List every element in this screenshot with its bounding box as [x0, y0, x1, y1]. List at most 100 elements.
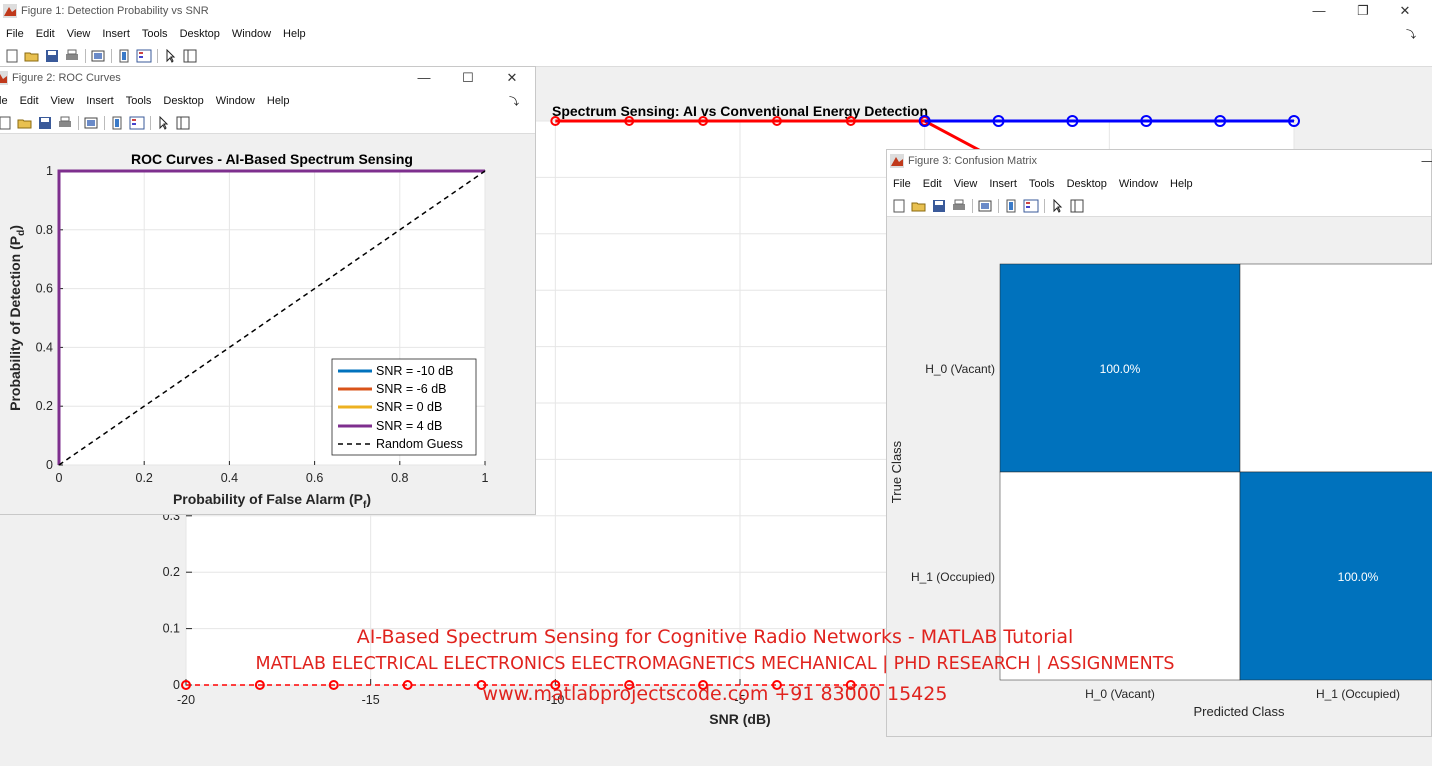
- menu-edit[interactable]: Edit: [923, 178, 942, 190]
- figure1-xtick-label: -15: [362, 693, 380, 707]
- print-icon[interactable]: [57, 116, 73, 130]
- pointer-icon[interactable]: [1049, 198, 1065, 213]
- new-figure-icon[interactable]: [0, 116, 13, 130]
- menu-help[interactable]: Help: [1170, 178, 1193, 190]
- roc-ytick-label: 0.6: [36, 282, 53, 296]
- roc-xtick-label: 0.4: [221, 471, 238, 485]
- cm-row-label-0: H_0 (Vacant): [925, 362, 995, 376]
- menu-insert[interactable]: Insert: [86, 95, 114, 107]
- figure2-menubar: le Edit View Insert Tools Desktop Window…: [0, 89, 535, 112]
- close-button[interactable]: ✕: [1382, 0, 1428, 22]
- toolbar-separator: [1044, 198, 1045, 213]
- cm-col-label-1: H_1 (Occupied): [1316, 687, 1400, 701]
- menu-desktop[interactable]: Desktop: [1067, 178, 1107, 190]
- maximize-button[interactable]: ☐: [445, 67, 491, 89]
- restore-button[interactable]: ❐: [1340, 0, 1386, 22]
- figure2-titlebar[interactable]: Figure 2: ROC Curves — ☐ ✕: [0, 67, 535, 89]
- menu-window[interactable]: Window: [232, 28, 271, 40]
- menu-file[interactable]: File: [893, 178, 911, 190]
- cm-cell-10: [999, 471, 1241, 681]
- menu-desktop[interactable]: Desktop: [163, 95, 203, 107]
- menu-help[interactable]: Help: [267, 95, 290, 107]
- roc-ylabel: Probability of Detection (Pd): [7, 225, 27, 411]
- roc-legend: SNR = -10 dB SNR = -6 dB SNR = 0 dB SNR …: [331, 358, 477, 456]
- legend-icon[interactable]: [136, 49, 152, 63]
- figure1-ytick-label: 0.1: [163, 622, 180, 636]
- legend-icon[interactable]: [129, 116, 145, 130]
- menu-insert[interactable]: Insert: [989, 178, 1017, 190]
- cm-cell-00-value: 100.0%: [1100, 362, 1141, 376]
- print-icon[interactable]: [951, 199, 967, 213]
- overlay-line-2: MATLAB ELECTRICAL ELECTRONICS ELECTROMAG…: [255, 654, 1175, 674]
- roc-xtick-label: 1: [482, 471, 489, 485]
- minimize-button[interactable]: —: [1296, 0, 1342, 22]
- menu-view[interactable]: View: [67, 28, 91, 40]
- menu-desktop[interactable]: Desktop: [180, 28, 220, 40]
- menu-window[interactable]: Window: [1119, 178, 1158, 190]
- legend-label-snr-0: SNR = 0 dB: [376, 400, 442, 414]
- minimize-button[interactable]: —: [401, 67, 447, 89]
- minimize-button[interactable]: —: [1405, 150, 1432, 172]
- dock-arrow-icon[interactable]: ⤵: [509, 93, 519, 108]
- save-icon[interactable]: [44, 49, 60, 63]
- figure2-window: Figure 2: ROC Curves — ☐ ✕ le Edit View …: [0, 66, 536, 515]
- open-file-icon[interactable]: [17, 116, 33, 130]
- figure1-plot-title: Spectrum Sensing: AI vs Conventional Ene…: [552, 103, 928, 119]
- figure1-titlebar[interactable]: Figure 1: Detection Probability vs SNR —…: [0, 0, 1432, 22]
- cm-cell-11: [1239, 471, 1432, 681]
- menu-edit[interactable]: Edit: [36, 28, 55, 40]
- property-editor-icon[interactable]: [182, 49, 198, 63]
- figure3-titlebar[interactable]: Figure 3: Confusion Matrix —: [887, 150, 1432, 172]
- save-icon[interactable]: [931, 199, 947, 213]
- print-icon[interactable]: [64, 49, 80, 63]
- figure2-toolbar: [0, 112, 535, 134]
- colorbar-icon[interactable]: [109, 116, 125, 130]
- link-plot-icon[interactable]: [90, 49, 106, 63]
- menu-tools[interactable]: Tools: [126, 95, 152, 107]
- figure1-toolbar: [0, 45, 1432, 67]
- new-figure-icon[interactable]: [4, 49, 20, 63]
- figure1-title: Figure 1: Detection Probability vs SNR: [21, 5, 209, 17]
- open-file-icon[interactable]: [24, 49, 40, 63]
- roc-xtick-label: 0: [56, 471, 63, 485]
- figure3-toolbar: [887, 195, 1431, 217]
- roc-title: ROC Curves - AI-Based Spectrum Sensing: [131, 151, 413, 167]
- new-figure-icon[interactable]: [891, 199, 907, 213]
- colorbar-icon[interactable]: [1003, 199, 1019, 213]
- property-editor-icon[interactable]: [1069, 199, 1085, 213]
- roc-xtick-label: 0.8: [391, 471, 408, 485]
- link-plot-icon[interactable]: [977, 199, 993, 213]
- dock-arrow-icon[interactable]: ⤵: [1406, 26, 1416, 41]
- toolbar-separator: [104, 115, 105, 130]
- menu-window[interactable]: Window: [216, 95, 255, 107]
- menu-edit[interactable]: Edit: [20, 95, 39, 107]
- menu-view[interactable]: View: [954, 178, 978, 190]
- legend-icon[interactable]: [1023, 199, 1039, 213]
- menu-tools[interactable]: Tools: [1029, 178, 1055, 190]
- matlab-icon: [3, 4, 17, 18]
- matlab-icon: [0, 71, 8, 85]
- figure3-title: Figure 3: Confusion Matrix: [908, 155, 1037, 167]
- overlay-line-1: AI-Based Spectrum Sensing for Cognitive …: [356, 626, 1074, 648]
- pointer-icon[interactable]: [155, 115, 171, 130]
- menu-file[interactable]: le: [0, 95, 8, 107]
- roc-xlabel-main: Probability of False Alarm (P: [173, 491, 363, 507]
- link-plot-icon[interactable]: [83, 116, 99, 130]
- menu-insert[interactable]: Insert: [102, 28, 130, 40]
- open-file-icon[interactable]: [911, 199, 927, 213]
- roc-ytick-label: 0.8: [36, 223, 53, 237]
- save-icon[interactable]: [37, 116, 53, 130]
- menu-tools[interactable]: Tools: [142, 28, 168, 40]
- colorbar-icon[interactable]: [116, 49, 132, 63]
- roc-xtick-label: 0.6: [306, 471, 323, 485]
- toolbar-separator: [157, 48, 158, 63]
- close-button[interactable]: ✕: [489, 67, 535, 89]
- menu-help[interactable]: Help: [283, 28, 306, 40]
- menu-file[interactable]: File: [6, 28, 24, 40]
- pointer-icon[interactable]: [162, 48, 178, 63]
- figure1-menubar: File Edit View Insert Tools Desktop Wind…: [0, 22, 1432, 45]
- roc-xtick-label: 0.2: [136, 471, 153, 485]
- menu-view[interactable]: View: [51, 95, 75, 107]
- figure1-xtick-label: -20: [177, 693, 195, 707]
- property-editor-icon[interactable]: [175, 116, 191, 130]
